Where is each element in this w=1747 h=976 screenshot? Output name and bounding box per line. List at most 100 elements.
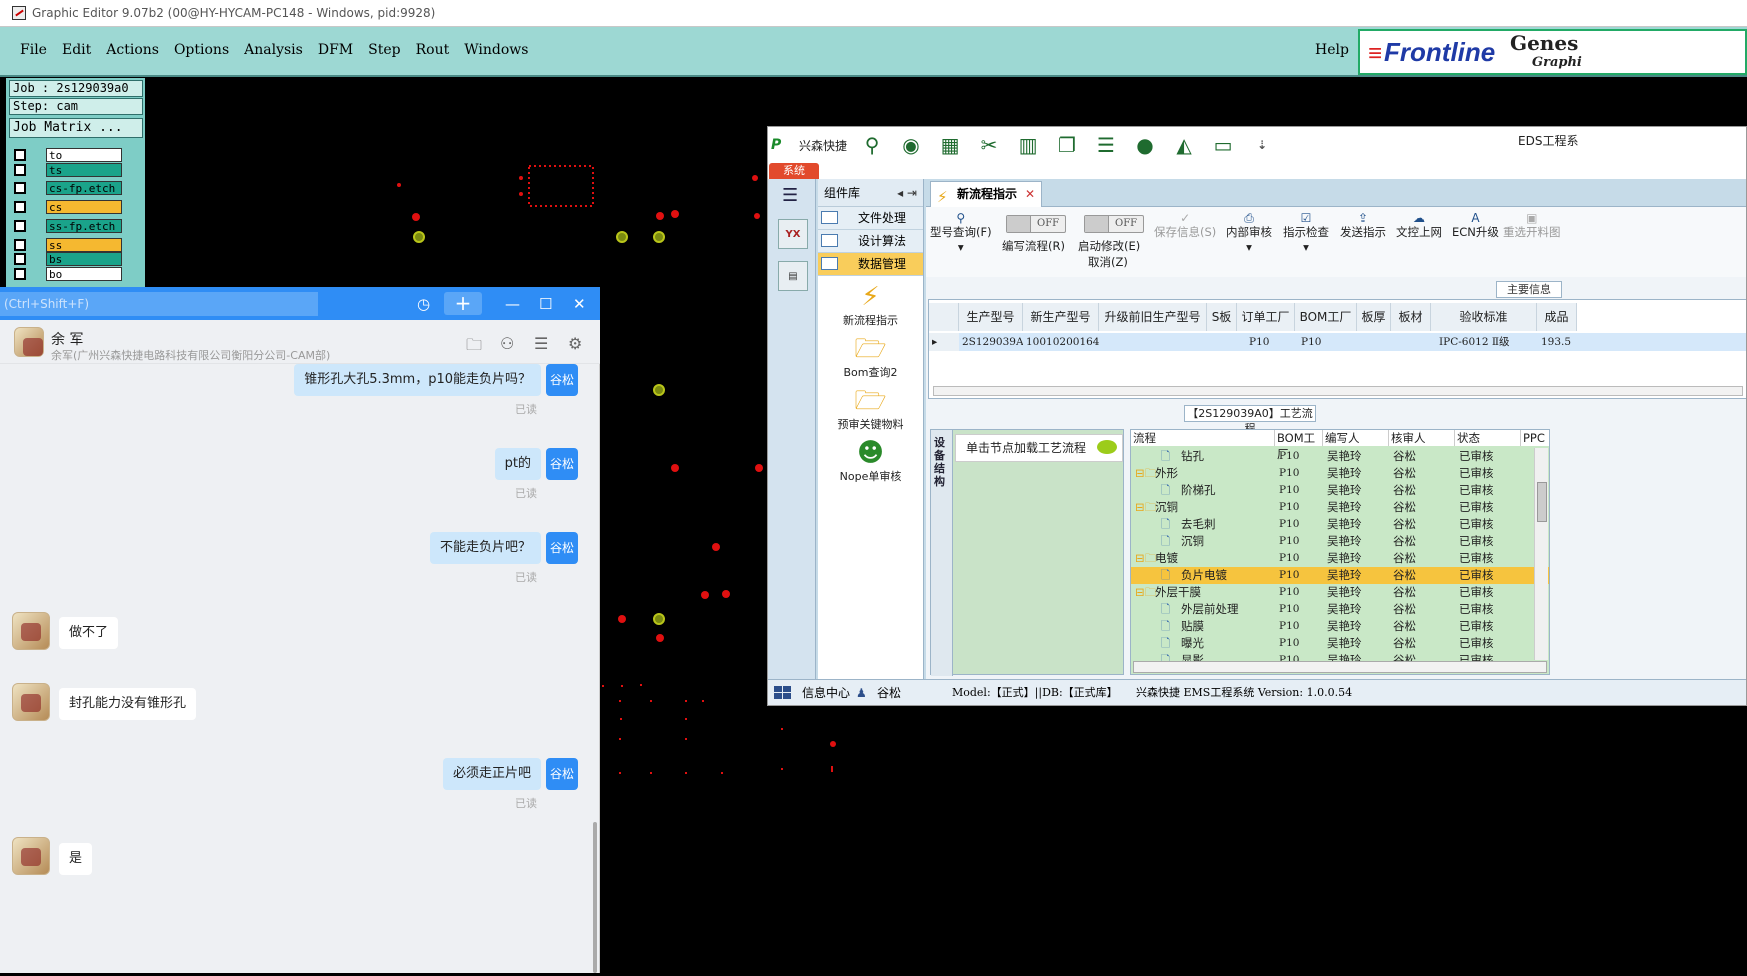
contact-avatar[interactable] (12, 837, 50, 875)
layer-checkbox[interactable] (14, 219, 26, 232)
flow-row[interactable]: 🗋 外层前处理 P10 吴艳玲 谷松 已审核 (1131, 601, 1549, 618)
folder-icon[interactable]: ⊟🗀 (1135, 550, 1156, 567)
cancel-button[interactable]: 取消(Z) (1088, 255, 1128, 270)
library-nope-review[interactable]: ☻ Nope单审核 (818, 438, 923, 484)
grid-header[interactable]: S板 (1207, 303, 1237, 331)
more-icon[interactable]: ⇣ (1249, 134, 1275, 156)
flow-header[interactable]: 核审人 (1389, 430, 1455, 446)
message-bubble[interactable]: 锥形孔大孔5.3mm，p10能走负片吗？ (294, 364, 541, 396)
flow-row[interactable]: 🗋 钻孔 P10 吴艳玲 谷松 已审核 (1131, 448, 1549, 465)
check-button[interactable]: ☑ 指示检查 ▾ (1283, 211, 1329, 255)
grid-header[interactable]: 成品 (1537, 303, 1577, 331)
my-avatar[interactable]: 谷松 (546, 532, 578, 564)
film-icon[interactable]: ▥ (1015, 134, 1041, 156)
menu-edit[interactable]: Edit (62, 42, 91, 58)
my-avatar[interactable]: 谷松 (546, 448, 578, 480)
layer-checkbox[interactable] (14, 267, 26, 280)
grid-scrollbar[interactable] (933, 386, 1743, 396)
grid-cell[interactable]: 10010200164789 (1023, 333, 1120, 351)
folder-icon[interactable]: 🗀 (466, 334, 482, 361)
flow-header[interactable]: 流程 (1131, 430, 1275, 446)
contact-avatar[interactable] (14, 327, 44, 357)
message-bubble[interactable]: 封孔能力没有锥形孔 (59, 688, 197, 720)
minimize-icon[interactable]: — (505, 295, 520, 313)
search-icon[interactable]: ⚲ (859, 134, 885, 156)
menu-windows[interactable]: Windows (464, 42, 528, 58)
grid-cell[interactable] (1099, 333, 1207, 351)
layer-checkbox[interactable] (14, 238, 26, 251)
message-bubble[interactable]: 做不了 (59, 617, 119, 649)
start-modify-toggle[interactable]: OFF (1084, 215, 1144, 233)
layer-row[interactable]: ts (9, 161, 143, 178)
device-structure-tab[interactable]: 设备结构 (931, 430, 953, 676)
settings-icon[interactable]: ⚙ (568, 334, 582, 353)
grid-cell[interactable] (1391, 333, 1431, 351)
library-item-algorithm[interactable]: 设计算法 (818, 230, 923, 253)
layer-checkbox[interactable] (14, 181, 26, 194)
calculator-icon[interactable]: ▤ (778, 261, 808, 291)
menu-help[interactable]: Help (1315, 42, 1349, 58)
my-avatar[interactable]: 谷松 (546, 364, 578, 396)
chart-icon[interactable]: ◭ (1171, 134, 1197, 156)
flow-row[interactable]: 🗋 负片电镀 P10 吴艳玲 谷松 已审核 (1131, 567, 1549, 584)
chat-search-input[interactable]: (Ctrl+Shift+F) (0, 292, 318, 316)
edit-flow-toggle[interactable]: OFF (1006, 215, 1066, 233)
yx-module-icon[interactable]: YX (778, 219, 808, 249)
load-flow-prompt[interactable]: 单击节点加载工艺流程 (955, 434, 1123, 462)
flow-vscrollbar[interactable] (1534, 448, 1548, 660)
globe-icon[interactable]: ◉ (898, 134, 924, 156)
layer-checkbox[interactable] (14, 163, 26, 176)
layer-row[interactable]: bo (9, 265, 143, 282)
flow-header[interactable]: BOM工厂 (1275, 430, 1323, 461)
flow-row[interactable]: 🗋 贴膜 P10 吴艳玲 谷松 已审核 (1131, 618, 1549, 635)
grid-cell[interactable]: 2S129039A0 (959, 333, 1030, 351)
menu-actions[interactable]: Actions (106, 42, 159, 58)
flow-row[interactable]: 🗋 阶梯孔 P10 吴艳玲 谷松 已审核 (1131, 482, 1549, 499)
layer-checkbox[interactable] (14, 148, 26, 161)
library-item-data[interactable]: 数据管理 (818, 253, 923, 276)
query-button[interactable]: ⚲ 型号查询(F) ▾ (930, 211, 992, 255)
message-bubble[interactable]: 必须走正片吧 (442, 758, 541, 790)
maximize-icon[interactable]: ☐ (539, 295, 552, 313)
tab-new-flow[interactable]: ⚡ 新流程指示 ✕ (930, 181, 1042, 207)
message-bubble[interactable]: 是 (59, 843, 93, 875)
menu-step[interactable]: Step (368, 42, 400, 58)
job-matrix-button[interactable]: Job Matrix ... (9, 118, 143, 138)
grid-header[interactable]: BOM工厂 (1295, 303, 1357, 331)
upload-button[interactable]: ☁ 文控上网 (1396, 211, 1442, 240)
library-new-flow[interactable]: ⚡ 新流程指示 (818, 282, 923, 328)
table-icon[interactable]: ▦ (937, 134, 963, 156)
close-icon[interactable]: ✕ (573, 295, 586, 313)
my-avatar[interactable]: 谷松 (546, 758, 578, 790)
library-item-file[interactable]: 文件处理 (818, 207, 923, 230)
grid-cell[interactable]: P10 (1237, 333, 1295, 351)
layer-row[interactable]: ss-fp.etch (9, 217, 143, 234)
menu-analysis[interactable]: Analysis (244, 42, 303, 58)
grid-cell[interactable]: IPC-6012 Ⅱ级 (1431, 333, 1537, 351)
flow-grid[interactable]: 流程 BOM工厂 编写人 核审人 状态 PPC 🗋 钻孔 P10 吴艳玲 谷松 已审核 ⊟🗀… (1130, 429, 1550, 675)
grid-header[interactable]: 板厚 (1357, 303, 1391, 331)
grid-header[interactable]: 新生产型号 (1023, 303, 1099, 331)
contact-avatar[interactable] (12, 683, 50, 721)
user-icon[interactable]: ● (1132, 134, 1158, 156)
folder-icon[interactable]: ⊟🗀 (1135, 499, 1156, 516)
menu-options[interactable]: Options (174, 42, 229, 58)
scissors-icon[interactable]: ✂ (976, 134, 1002, 156)
close-icon[interactable]: ✕ (1025, 182, 1035, 206)
flow-row[interactable]: 🗋 去毛刺 P10 吴艳玲 谷松 已审核 (1131, 516, 1549, 533)
flow-row[interactable]: 🗋 沉铜 P10 吴艳玲 谷松 已审核 (1131, 533, 1549, 550)
grid-cell[interactable] (1357, 333, 1391, 351)
grid-header[interactable]: 生产型号 (959, 303, 1023, 331)
grid-header[interactable]: 验收标准 (1431, 303, 1537, 331)
grid-cell[interactable] (1207, 333, 1237, 351)
grid-header[interactable]: 订单工厂 (1237, 303, 1295, 331)
grid-header[interactable]: 板材 (1391, 303, 1431, 331)
flow-header[interactable]: 编写人 (1323, 430, 1389, 446)
product-grid[interactable]: 生产型号 新生产型号 升级前旧生产型号 S板 订单工厂 BOM工厂 板厚 板材 … (928, 299, 1746, 399)
flow-row[interactable]: ⊟🗀 外层干膜 P10 吴艳玲 谷松 已审核 (1131, 584, 1549, 601)
reselect-button[interactable]: ▣ 重选开料图 (1503, 211, 1561, 240)
save-button[interactable]: ✓ 保存信息(S) (1154, 211, 1216, 240)
flow-header[interactable]: 状态 (1455, 430, 1521, 446)
library-prereview[interactable]: 🗁 预审关键物料 (818, 386, 923, 432)
window-icon[interactable]: ▭ (1210, 134, 1236, 156)
